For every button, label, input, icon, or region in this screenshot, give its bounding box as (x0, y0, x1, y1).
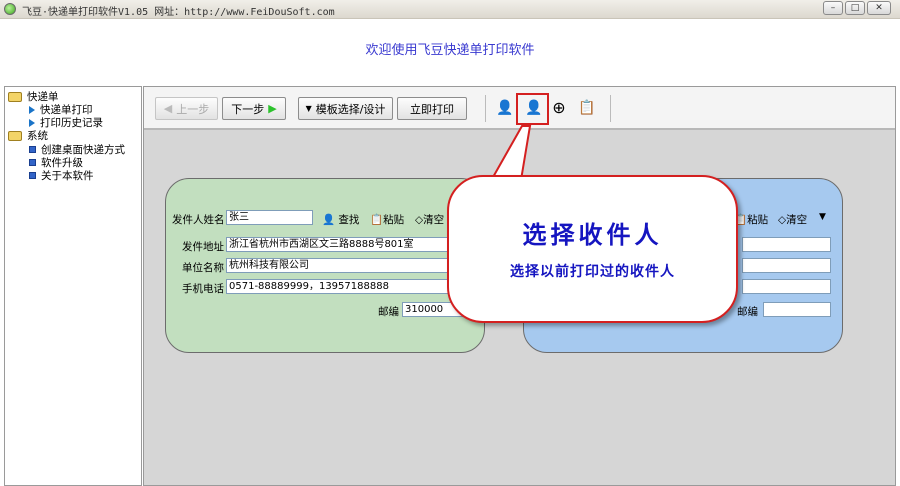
paste-label: 粘贴 (383, 214, 405, 226)
clear-button[interactable]: ◇清空 (415, 212, 444, 227)
company-label: 单位名称 (182, 262, 224, 274)
callout-title: 选择收件人 (522, 220, 663, 249)
arrow-icon (29, 105, 35, 114)
square-icon (29, 146, 36, 153)
next-label: 下一步 (231, 102, 265, 116)
minimize-button[interactable]: – (823, 1, 843, 15)
folder-icon (8, 130, 22, 141)
phone-label: 手机电话 (182, 283, 224, 295)
close-button[interactable]: ✕ (867, 1, 891, 15)
clear-label: 清空 (423, 214, 445, 226)
receiver-company-input[interactable] (742, 258, 831, 273)
tree-label: 系统 (27, 130, 48, 142)
receiver-dropdown-icon[interactable]: ▼ (819, 212, 826, 222)
globe-icon[interactable]: ⊕ (550, 99, 568, 117)
tree-item-about[interactable]: 关于本软件 (29, 168, 94, 183)
sender-name-label: 发件人姓名 (172, 214, 225, 226)
paste-button[interactable]: 📋粘贴 (370, 212, 404, 227)
sender-name-input[interactable]: 张三 (226, 210, 313, 225)
tree-group-system[interactable]: 系统 (8, 128, 48, 143)
print-button[interactable]: 立即打印 (397, 97, 467, 120)
paste-icon[interactable]: 📋 (578, 99, 596, 117)
prev-label: 上一步 (176, 102, 210, 116)
folder-icon (8, 91, 22, 102)
callout-tooltip: 选择收件人 选择以前打印过的收件人 (447, 175, 738, 323)
receiver-postcode-label: 邮编 (737, 306, 758, 318)
postcode-label: 邮编 (378, 306, 399, 318)
header-title: 欢迎使用飞豆快递单打印软件 (365, 43, 535, 58)
clear-label: 清空 (786, 214, 808, 226)
company-input[interactable]: 杭州科技有限公司 (226, 258, 476, 273)
tree-label: 关于本软件 (41, 170, 94, 182)
right-arrow-icon: ▶ (268, 102, 277, 115)
title-bar: 飞豆·快递单打印软件V1.05 网址：http://www.FeiDouSoft… (0, 0, 900, 19)
user-icon: 👤 (322, 214, 336, 226)
receiver-postcode-input[interactable] (763, 302, 831, 317)
arrow-icon (29, 118, 35, 127)
sidebar-tree: 快递单 快递单打印 打印历史记录 系统 创建桌面快递方式 软件升级 关于本软件 (4, 86, 142, 486)
receiver-phone-input[interactable] (742, 279, 831, 294)
square-icon (29, 159, 36, 166)
find-label: 查找 (338, 214, 360, 226)
phone-input[interactable]: 0571-88889999，13957188888 (226, 279, 476, 294)
separator (485, 95, 486, 122)
dropdown-icon: ▼ (305, 104, 312, 113)
callout-subtitle: 选择以前打印过的收件人 (510, 264, 675, 280)
sender-user-icon[interactable]: 👤 (496, 99, 514, 117)
app-icon (4, 3, 16, 15)
address-input[interactable]: 浙江省杭州市西湖区文三路8888号801室 (226, 237, 476, 252)
maximize-button[interactable]: □ (845, 1, 865, 15)
receiver-clear-button[interactable]: ◇清空 (778, 212, 807, 227)
prev-button[interactable]: ◀ 上一步 (155, 97, 218, 120)
template-label: 模板选择/设计 (315, 102, 386, 116)
print-label: 立即打印 (410, 102, 454, 116)
template-button[interactable]: ▼ 模板选择/设计 (298, 97, 393, 120)
paste-label: 粘贴 (747, 214, 769, 226)
address-label: 发件地址 (182, 241, 224, 253)
find-button[interactable]: 👤 查找 (322, 212, 359, 227)
highlight-box (516, 93, 549, 125)
receiver-paste-button[interactable]: 📋粘贴 (734, 212, 768, 227)
square-icon (29, 172, 36, 179)
eraser-icon: ◇ (778, 214, 787, 226)
tree-label: 打印历史记录 (40, 117, 103, 129)
next-button[interactable]: 下一步 ▶ (222, 97, 286, 120)
left-arrow-icon: ◀ (163, 102, 173, 115)
window-title: 飞豆·快递单打印软件V1.05 网址：http://www.FeiDouSoft… (22, 7, 335, 18)
sender-panel: 发件人姓名 张三 👤 查找 📋粘贴 ◇清空 发件地址 浙江省杭州市西湖区文三路8… (165, 178, 485, 353)
paste-icon: 📋 (370, 214, 384, 226)
separator (610, 95, 611, 122)
receiver-address-input[interactable] (742, 237, 831, 252)
eraser-icon: ◇ (415, 214, 424, 226)
